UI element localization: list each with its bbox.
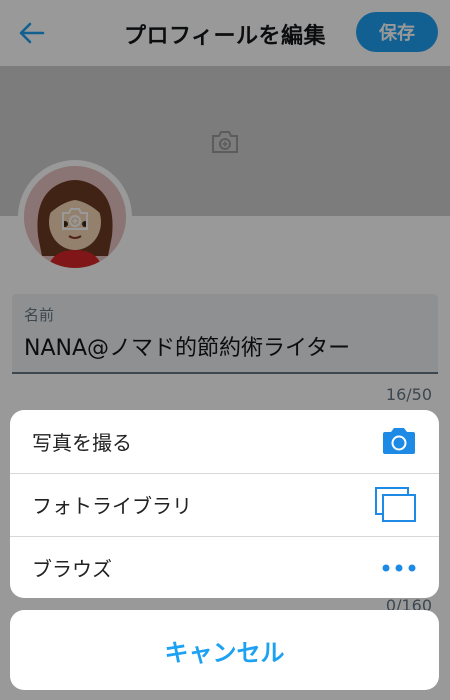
take-photo-label: 写真を撮る — [32, 430, 132, 455]
take-photo-option[interactable]: 写真を撮る — [10, 410, 439, 472]
photo-library-icon — [375, 486, 416, 522]
photo-library-option[interactable]: フォトライブラリ — [10, 473, 439, 535]
browse-option[interactable]: ブラウズ — [10, 536, 439, 598]
photo-action-sheet: 写真を撮る フォトライブラリ ブラウズ — [10, 410, 439, 598]
browse-label: ブラウズ — [32, 557, 112, 581]
camera-icon — [383, 428, 415, 454]
cancel-button[interactable]: キャンセル — [10, 610, 439, 690]
photo-library-label: フォトライブラリ — [32, 494, 192, 518]
more-icon — [382, 564, 416, 571]
